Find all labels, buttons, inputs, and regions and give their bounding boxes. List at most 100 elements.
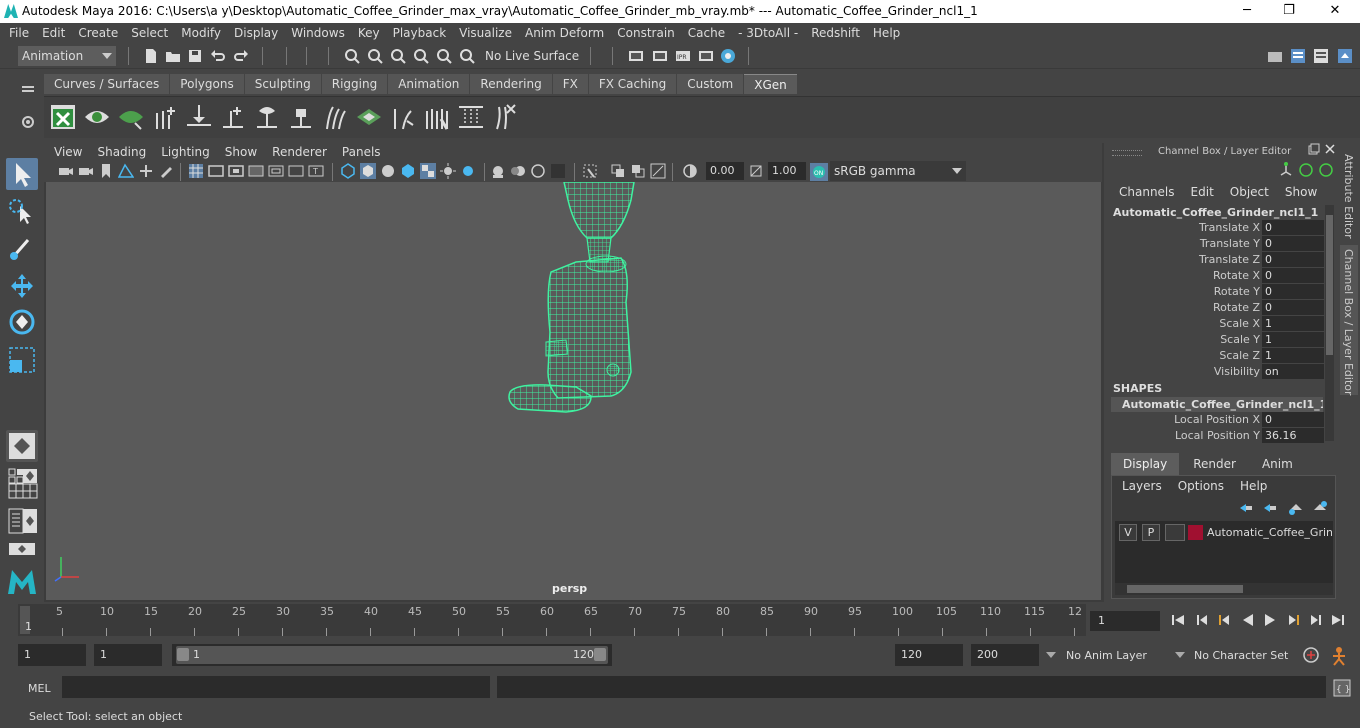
tab-rigging[interactable]: Rigging [321, 74, 388, 94]
tab-display[interactable]: Display [1111, 453, 1180, 475]
menu-edit[interactable]: Edit [42, 26, 65, 40]
channel-visibility[interactable]: Visibility on [1110, 364, 1324, 380]
gamma-field[interactable]: 1.00 [768, 162, 806, 180]
shape-node-name[interactable]: Automatic_Coffee_Grinder_ncl1_1Sh... [1111, 397, 1323, 412]
channel-value[interactable]: 0 [1262, 412, 1324, 427]
character-set-dropdown[interactable]: No Character Set [1190, 644, 1294, 666]
auto-key-icon[interactable] [1302, 646, 1320, 664]
script-editor-icon[interactable]: { } [1333, 679, 1351, 697]
create-empty-layer-icon[interactable] [1288, 500, 1304, 516]
toggle-channel-box-icon[interactable] [1337, 48, 1353, 64]
guide-sculpt-icon[interactable] [321, 103, 349, 131]
workspace-icon[interactable] [1267, 48, 1283, 64]
panel-menu-shading[interactable]: Shading [97, 145, 146, 159]
motion-blur-icon[interactable] [510, 163, 526, 179]
xray-active-icon[interactable] [630, 163, 646, 179]
move-layer-up-icon[interactable] [1238, 500, 1254, 516]
scrollbar-thumb[interactable] [1127, 585, 1243, 593]
edit-menu[interactable]: Edit [1191, 185, 1214, 199]
animation-start-field[interactable]: 1 [18, 644, 86, 666]
tab-rendering[interactable]: Rendering [470, 74, 552, 94]
field-chart-icon[interactable] [268, 163, 284, 179]
chevron-down-icon[interactable] [1172, 647, 1188, 663]
show-menu[interactable]: Show [1285, 185, 1317, 199]
open-scene-icon[interactable] [165, 48, 181, 64]
scrollbar-thumb[interactable] [1326, 215, 1333, 355]
safe-action-icon[interactable] [288, 163, 304, 179]
rotate-tool[interactable] [6, 306, 38, 338]
step-forward-frame-icon[interactable] [1308, 612, 1324, 628]
layer-list-hscrollbar[interactable] [1115, 583, 1333, 595]
smooth-shade-icon[interactable] [360, 163, 376, 179]
channel-translate-y[interactable]: Translate Y0 [1110, 236, 1324, 252]
mel-command-input[interactable] [62, 676, 490, 698]
place-guide-icon[interactable] [185, 103, 213, 131]
menu-visualize[interactable]: Visualize [459, 26, 512, 40]
layer-visibility-toggle[interactable]: V [1119, 524, 1137, 541]
channel-scale-y[interactable]: Scale Y1 [1110, 332, 1324, 348]
menu-constrain[interactable]: Constrain [617, 26, 675, 40]
xray-icon[interactable] [610, 163, 626, 179]
channel-scale-x[interactable]: Scale X1 [1110, 316, 1324, 332]
layer-name[interactable]: Automatic_Coffee_Grind [1207, 526, 1332, 539]
anim-layer-dropdown[interactable]: No Anim Layer [1062, 644, 1164, 666]
resolution-gate-icon[interactable] [228, 163, 244, 179]
tab-xgen[interactable]: XGen [744, 74, 797, 94]
persp-graph-layout-icon[interactable] [22, 483, 38, 499]
play-forwards-icon[interactable] [1262, 612, 1278, 628]
channel-rotate-x[interactable]: Rotate X0 [1110, 268, 1324, 284]
menu-windows[interactable]: Windows [291, 26, 345, 40]
channel-scale-z[interactable]: Scale Z1 [1110, 348, 1324, 364]
channel-value[interactable]: 1 [1262, 348, 1324, 363]
step-forward-key-icon[interactable] [1286, 612, 1302, 628]
paint-select-tool[interactable] [6, 232, 38, 264]
default-material-icon[interactable] [380, 163, 396, 179]
time-slider[interactable]: 5 10 15 20 25 30 35 40 45 50 55 60 65 70 75 80 85 90 95 100… [18, 604, 1086, 636]
layer-display-type-toggle[interactable] [1165, 524, 1185, 541]
select-by-hierarchy-icon[interactable] [344, 48, 360, 64]
lasso-tool[interactable] [6, 196, 38, 228]
panel-menu-panels[interactable]: Panels [342, 145, 381, 159]
add-guide-icon[interactable] [151, 103, 179, 131]
maximize-button[interactable]: ❐ [1274, 2, 1304, 20]
object-menu[interactable]: Object [1230, 185, 1269, 199]
select-by-object-icon[interactable] [367, 48, 383, 64]
mode-dropdown[interactable]: Animation [18, 46, 116, 66]
xray-joints-icon[interactable] [650, 163, 666, 179]
channel-value[interactable]: 0 [1262, 268, 1324, 283]
grid-icon[interactable] [188, 163, 204, 179]
guide-bend-icon[interactable] [389, 103, 417, 131]
menu-anim-deform[interactable]: Anim Deform [525, 26, 604, 40]
selected-object-name[interactable]: Automatic_Coffee_Grinder_ncl1_1 [1113, 206, 1318, 219]
menu-key[interactable]: Key [358, 26, 380, 40]
channel-local-position-x[interactable]: Local Position X0 [1110, 412, 1324, 428]
snap-grid-icon[interactable] [413, 48, 429, 64]
persp-layout-icon[interactable] [22, 508, 38, 534]
density-map-icon[interactable] [355, 103, 383, 131]
channel-rotate-y[interactable]: Rotate Y0 [1110, 284, 1324, 300]
select-camera-icon[interactable] [58, 163, 74, 179]
range-end-handle[interactable] [594, 648, 606, 661]
tab-render[interactable]: Render [1181, 453, 1248, 475]
menu-playback[interactable]: Playback [393, 26, 447, 40]
channel-value[interactable]: 0 [1262, 284, 1324, 299]
channel-value[interactable]: 0 [1262, 252, 1324, 267]
chevron-down-icon[interactable] [1043, 647, 1059, 663]
safe-title-icon[interactable]: T [308, 163, 324, 179]
render-view-icon[interactable] [698, 48, 714, 64]
menu-select[interactable]: Select [131, 26, 168, 40]
gamma-icon[interactable] [748, 163, 764, 179]
toggle-tool-settings-icon[interactable] [1313, 48, 1329, 64]
snap-point-icon[interactable] [459, 48, 475, 64]
depth-of-field-icon[interactable] [550, 163, 566, 179]
panel-menu-renderer[interactable]: Renderer [272, 145, 327, 159]
gate-mask-icon[interactable] [248, 163, 264, 179]
wireframe-on-shaded-icon[interactable] [400, 163, 416, 179]
color-management-icon[interactable]: ON [810, 163, 828, 181]
persp-outliner-layout-icon[interactable] [22, 468, 38, 484]
close-button[interactable]: ✕ [1320, 2, 1350, 20]
snap-curve-icon[interactable] [436, 48, 452, 64]
move-tool[interactable] [6, 270, 38, 302]
menu-display[interactable]: Display [234, 26, 278, 40]
hyper-icon[interactable] [1318, 162, 1334, 178]
